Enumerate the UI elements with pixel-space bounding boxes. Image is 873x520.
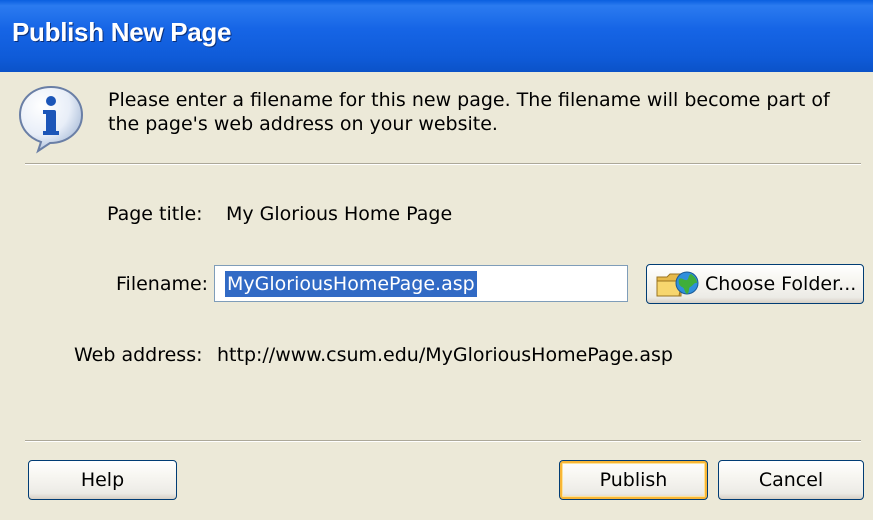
filename-value[interactable]: MyGloriousHomePage.asp xyxy=(225,270,477,297)
cancel-button-label: Cancel xyxy=(758,469,824,491)
window-title: Publish New Page xyxy=(12,17,232,47)
choose-folder-label: Choose Folder... xyxy=(705,273,857,295)
web-address-label: Web address: xyxy=(74,344,203,366)
separator xyxy=(25,440,861,442)
filename-input[interactable]: MyGloriousHomePage.asp xyxy=(214,265,628,302)
publish-button[interactable]: Publish xyxy=(559,460,708,500)
cancel-button[interactable]: Cancel xyxy=(718,460,864,500)
choose-folder-button[interactable]: Choose Folder... xyxy=(646,264,864,304)
folder-globe-icon xyxy=(656,271,699,297)
page-title-value: My Glorious Home Page xyxy=(226,203,453,225)
web-address-value: http://www.csum.edu/MyGloriousHomePage.a… xyxy=(217,344,673,366)
separator xyxy=(25,163,861,165)
publish-button-label: Publish xyxy=(599,469,668,491)
info-icon xyxy=(18,85,84,154)
title-bar[interactable]: Publish New Page xyxy=(0,0,873,72)
help-button[interactable]: Help xyxy=(28,460,177,500)
filename-label: Filename: xyxy=(116,273,209,295)
publish-new-page-dialog: Publish New Page Please enter a filename… xyxy=(0,0,873,520)
info-message: Please enter a filename for this new pag… xyxy=(108,89,830,135)
page-title-label: Page title: xyxy=(107,203,203,225)
help-button-label: Help xyxy=(80,469,125,491)
